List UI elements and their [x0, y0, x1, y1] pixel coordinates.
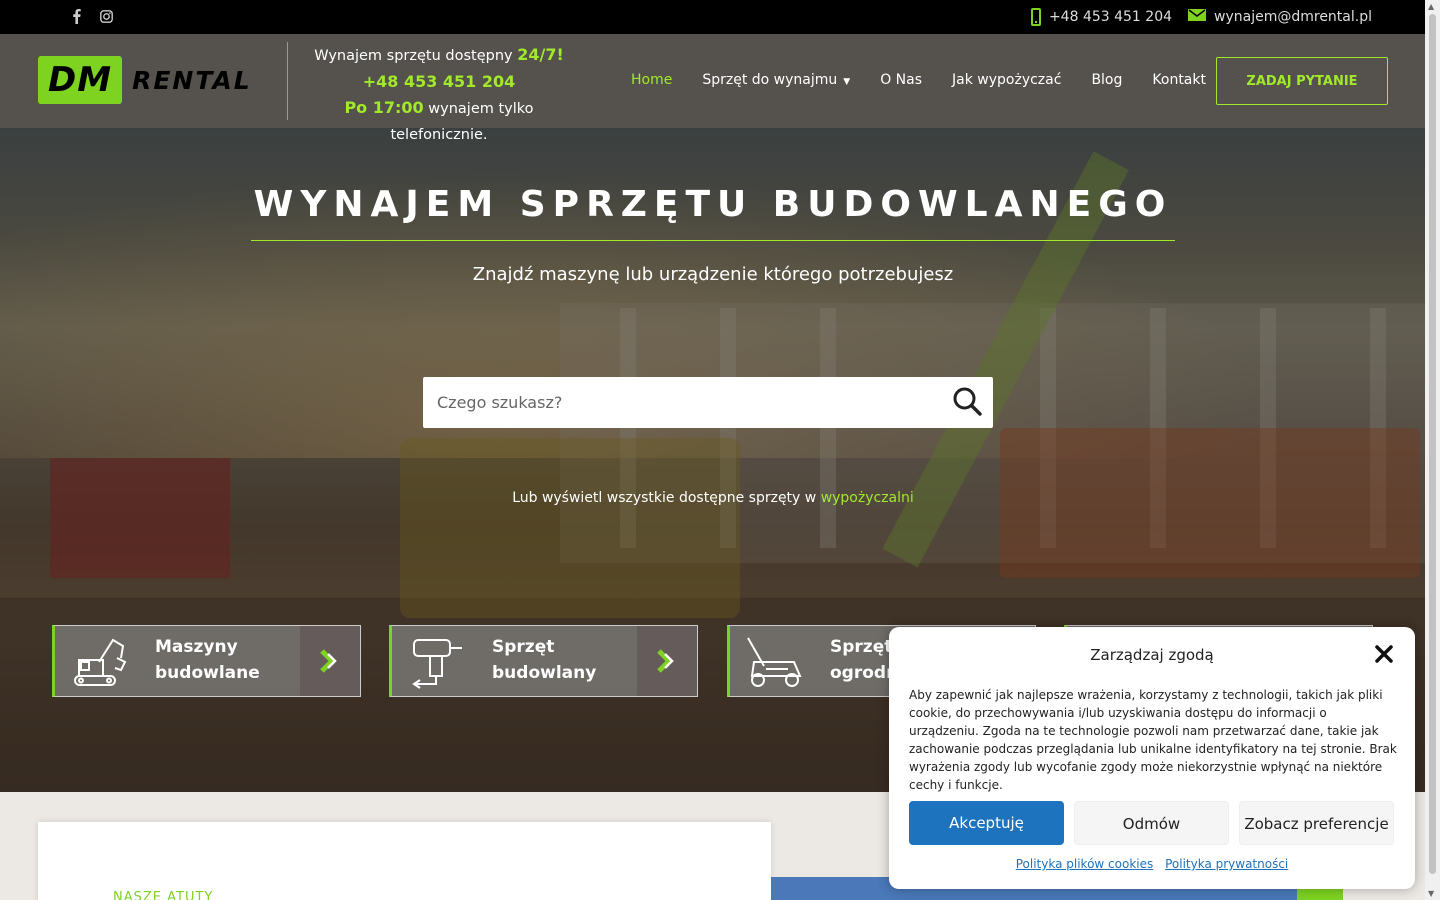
chevron-right-icon: [320, 649, 337, 673]
search-icon[interactable]: [952, 386, 982, 416]
top-email[interactable]: wynajem@dmrental.pl: [1214, 9, 1372, 25]
header-phone[interactable]: +48 453 451 204: [300, 69, 578, 95]
nav-home[interactable]: Home: [631, 72, 672, 88]
category-arrow[interactable]: [637, 626, 697, 696]
mail-icon: [1188, 9, 1207, 25]
search-box: [423, 377, 993, 428]
features-card: NASZE ATUTY: [38, 822, 771, 900]
browse-all-text: Lub wyświetl wszystkie dostępne sprzęty …: [512, 490, 914, 506]
main-nav: Home Sprzęt do wynajmu ▼ O Nas Jak wypoży…: [631, 72, 1206, 88]
privacy-policy-link[interactable]: Polityka prywatności: [1165, 857, 1288, 871]
cookie-text: Aby zapewnić jak najlepsze wrażenia, kor…: [909, 688, 1397, 792]
facebook-icon[interactable]: [68, 9, 84, 28]
category-arrow[interactable]: [300, 626, 360, 696]
accept-button[interactable]: Akceptuję: [909, 801, 1064, 845]
hero-subtitle: Znajdź maszynę lub urządzenie którego po…: [472, 264, 954, 285]
cookie-consent-dialog: Zarządzaj zgodą Aby zapewnić jak najleps…: [889, 627, 1415, 889]
drill-icon: [412, 639, 462, 689]
caret-down-icon: ▼: [843, 77, 851, 87]
hero-title: WYNAJEM SPRZĘTU BUDOWLANEGO: [253, 184, 1173, 225]
scrollbar-thumb[interactable]: [1429, 14, 1436, 874]
phone-icon: [1030, 8, 1041, 26]
site-header: DM RENTAL Wynajem sprzętu dostępny 24/7!…: [0, 34, 1425, 143]
availability-info: Wynajem sprzętu dostępny 24/7! +48 453 4…: [300, 42, 578, 148]
nav-how-to-rent[interactable]: Jak wypożyczać: [952, 72, 1061, 88]
logo[interactable]: DM RENTAL: [38, 56, 252, 104]
deny-button[interactable]: Odmów: [1074, 801, 1229, 845]
header-divider: [287, 42, 288, 120]
close-icon[interactable]: [1373, 643, 1395, 665]
ask-question-button[interactable]: ZADAJ PYTANIE: [1216, 57, 1388, 105]
top-contact: +48 453 451 204 wynajem@dmrental.pl: [1030, 8, 1372, 26]
category-construction-machines[interactable]: Maszyny budowlane: [52, 625, 361, 697]
excavator-icon: [74, 638, 127, 686]
search-input[interactable]: [423, 377, 943, 428]
preferences-button[interactable]: Zobacz preferencje: [1239, 801, 1394, 845]
cookie-policy-link[interactable]: Polityka plików cookies: [1016, 857, 1154, 871]
cookie-title: Zarządzaj zgodą: [1090, 646, 1214, 664]
chevron-right-icon: [657, 649, 674, 673]
cookie-links: Polityka plików cookies Polityka prywatn…: [889, 857, 1415, 871]
nav-about[interactable]: O Nas: [880, 72, 922, 88]
social-links: [68, 9, 114, 28]
scroll-up-icon[interactable]: ▲: [1428, 2, 1434, 11]
instagram-icon[interactable]: [98, 10, 114, 27]
page-scrollbar[interactable]: ▲ ▼: [1425, 0, 1440, 900]
logo-rental: RENTAL: [132, 65, 252, 95]
top-bar: +48 453 451 204 wynajem@dmrental.pl: [0, 0, 1440, 34]
browse-all-link[interactable]: wypożyczalni: [821, 490, 914, 506]
nav-blog[interactable]: Blog: [1091, 72, 1122, 88]
nav-contact[interactable]: Kontakt: [1152, 72, 1206, 88]
scroll-down-icon[interactable]: ▼: [1428, 889, 1434, 898]
features-label: NASZE ATUTY: [113, 890, 214, 900]
top-phone[interactable]: +48 453 451 204: [1049, 9, 1172, 25]
lawnmower-icon: [747, 637, 802, 687]
hero-title-underline: [251, 240, 1175, 241]
category-construction-equipment[interactable]: Sprzęt budowlany: [389, 625, 698, 697]
nav-equipment[interactable]: Sprzęt do wynajmu ▼: [702, 72, 850, 88]
logo-dm: DM: [38, 56, 123, 104]
